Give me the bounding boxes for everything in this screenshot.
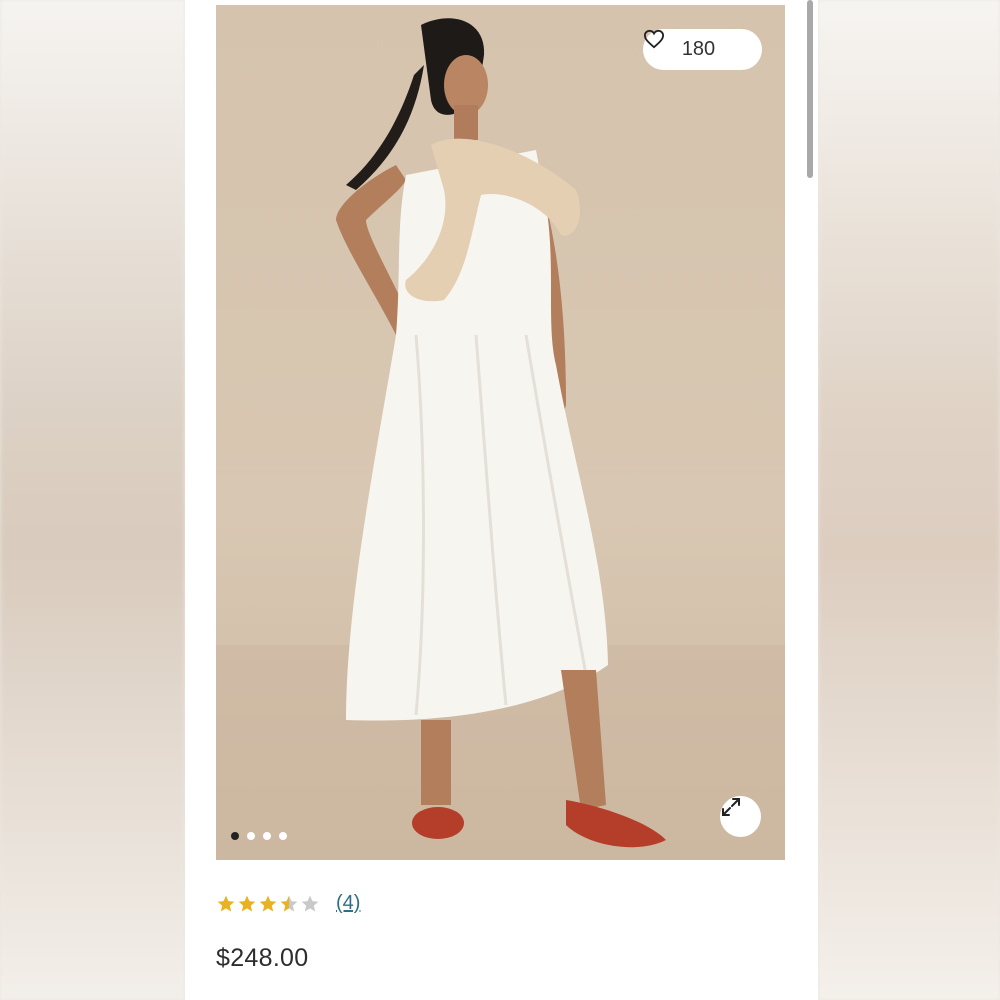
like-count: 180 [681,38,716,60]
product-price: $248.00 [216,944,309,972]
carousel-dot[interactable] [279,832,287,840]
star-icon [301,895,319,911]
star-icon [217,895,235,911]
like-button[interactable]: 180 [643,29,762,70]
product-page: 180 (4) $248.00 [185,0,818,1000]
star-icon [259,895,277,911]
review-count-link[interactable]: (4) [336,892,360,915]
model-illustration [216,18,785,860]
background-blur-right [818,0,1000,1000]
carousel-dot[interactable] [231,832,239,840]
product-image[interactable]: 180 [216,5,785,860]
star-rating [216,894,320,914]
carousel-dot[interactable] [263,832,271,840]
expand-image-button[interactable] [720,796,761,837]
star-icon [280,895,298,911]
background-blur-left [0,0,185,1000]
star-icon [238,895,256,911]
carousel-dot[interactable] [247,832,255,840]
carousel-indicators [231,832,287,840]
scrollbar[interactable] [807,0,813,178]
rating-row: (4) [216,892,360,915]
